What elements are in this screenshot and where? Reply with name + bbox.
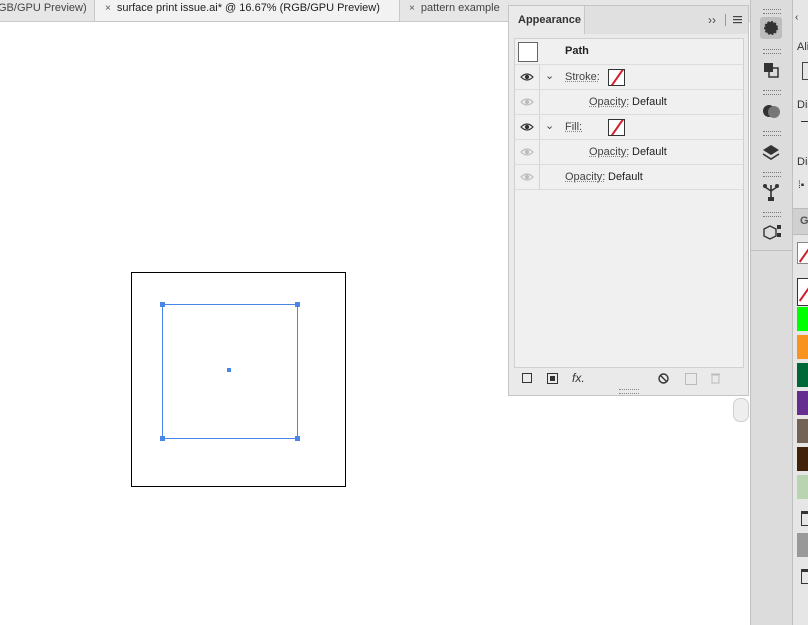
swatch-green[interactable] — [797, 307, 808, 331]
opacity-value: Default — [632, 146, 667, 158]
divider — [725, 14, 726, 26]
selection-handle[interactable] — [160, 302, 165, 307]
eye-icon-disabled — [515, 140, 540, 164]
selection-handle[interactable] — [295, 302, 300, 307]
transform-icon[interactable] — [760, 59, 782, 81]
object-row[interactable]: Path — [515, 39, 743, 65]
opacity-value: Default — [632, 96, 667, 108]
opacity-label[interactable]: Opacity: — [589, 146, 629, 158]
align-button[interactable] — [802, 62, 808, 80]
add-new-fill-icon[interactable] — [547, 373, 558, 384]
selected-path[interactable] — [160, 302, 300, 441]
chevron-down-icon[interactable]: ⌄ — [545, 69, 554, 82]
distribute-label: Dis — [797, 99, 808, 111]
swatch-purple[interactable] — [797, 391, 808, 415]
close-icon[interactable]: × — [105, 3, 111, 14]
stroke-swatch-none[interactable] — [608, 69, 625, 86]
object-label: Path — [565, 45, 589, 57]
add-new-stroke-icon[interactable] — [522, 373, 532, 383]
swatch-orange[interactable] — [797, 335, 808, 359]
fill-label[interactable]: Fill: — [565, 121, 582, 133]
align-label: Ali — [797, 41, 808, 53]
chevron-down-icon[interactable]: ⌄ — [545, 119, 554, 132]
trash-icon — [710, 372, 721, 387]
properties-panel-partial: ‹ Ali Dis Dis ⁞▪ G — [792, 0, 808, 625]
swatch-pattern[interactable] — [797, 475, 808, 499]
document-tab[interactable]: × pattern example — [401, 0, 511, 21]
tab-label: pattern example — [420, 2, 500, 14]
stroke-label[interactable]: Stroke: — [565, 71, 600, 83]
appearance-panel: Appearance ›› Path ⌄ Stroke: Opacity: De… — [508, 5, 749, 396]
appearance-list: Path ⌄ Stroke: Opacity: Default ⌄ Fill: — [514, 38, 744, 368]
fx-icon[interactable]: fx. — [572, 371, 585, 385]
grip — [763, 172, 781, 177]
swatches-tab-label: G — [800, 215, 808, 227]
stroke-opacity-row[interactable]: Opacity: Default — [515, 90, 743, 115]
object-thumbnail — [518, 42, 538, 62]
scrollbar-thumb[interactable] — [733, 398, 749, 422]
grip — [763, 49, 781, 54]
swatch-folder-icon[interactable] — [801, 569, 808, 584]
collapse-icon[interactable]: ›› — [708, 13, 716, 27]
fill-opacity-row[interactable]: Opacity: Default — [515, 140, 743, 165]
resize-grip[interactable] — [619, 389, 639, 394]
opacity-value: Default — [608, 171, 643, 183]
document-tab[interactable]: GB/GPU Preview) — [0, 0, 95, 21]
swatch-gray[interactable] — [797, 533, 808, 557]
swatch-none[interactable] — [797, 242, 808, 264]
opacity-label[interactable]: Opacity: — [589, 96, 629, 108]
panel-header: Appearance ›› — [509, 6, 748, 34]
swatch-folder-icon[interactable] — [801, 511, 808, 526]
stroke-row[interactable]: ⌄ Stroke: — [515, 65, 743, 90]
appearance-panel-icon[interactable] — [760, 17, 782, 39]
selection-handle[interactable] — [160, 436, 165, 441]
grip — [763, 90, 781, 95]
selection-handle[interactable] — [295, 436, 300, 441]
duplicate-item-icon — [685, 373, 697, 385]
swatch-taupe[interactable] — [797, 419, 808, 443]
fill-swatch-none[interactable] — [608, 119, 625, 136]
asset-export-icon[interactable] — [760, 181, 782, 203]
clear-appearance-icon[interactable] — [658, 373, 669, 387]
object-opacity-row[interactable]: Opacity: Default — [515, 165, 743, 190]
swatch-none-selected[interactable] — [797, 278, 808, 306]
panel-menu-icon[interactable] — [733, 15, 742, 24]
opacity-label[interactable]: Opacity: — [565, 171, 605, 183]
eye-icon[interactable] — [515, 65, 540, 89]
3d-materials-icon[interactable] — [760, 221, 782, 243]
panel-icon-strip — [750, 0, 793, 625]
pathfinder-icon[interactable] — [760, 100, 782, 122]
fill-row[interactable]: ⌄ Fill: — [515, 115, 743, 140]
grip — [763, 131, 781, 136]
distribute-spacing-label: Dis — [797, 156, 808, 168]
swatch-dark-green[interactable] — [797, 363, 808, 387]
eye-icon-disabled — [515, 90, 540, 114]
distribute-spacing-icon[interactable]: ⁞▪ — [798, 180, 804, 191]
eye-icon-disabled — [515, 165, 540, 189]
tab-label: surface print issue.ai* @ 16.67% (RGB/GP… — [116, 2, 380, 14]
layers-icon[interactable] — [760, 141, 782, 163]
distribute-button[interactable] — [801, 121, 808, 136]
divider — [751, 250, 793, 251]
tab-label: GB/GPU Preview) — [0, 2, 87, 14]
center-point — [227, 368, 231, 372]
swatch-brown[interactable] — [797, 447, 808, 471]
panel-tab-appearance[interactable]: Appearance — [509, 6, 585, 34]
swatches-tab[interactable]: G — [793, 208, 808, 235]
eye-icon[interactable] — [515, 115, 540, 139]
grip — [763, 9, 781, 14]
chevron-icon: ‹ — [795, 12, 799, 23]
grip — [763, 212, 781, 217]
document-tab-active[interactable]: × surface print issue.ai* @ 16.67% (RGB/G… — [95, 0, 400, 21]
close-icon[interactable]: × — [409, 3, 415, 14]
